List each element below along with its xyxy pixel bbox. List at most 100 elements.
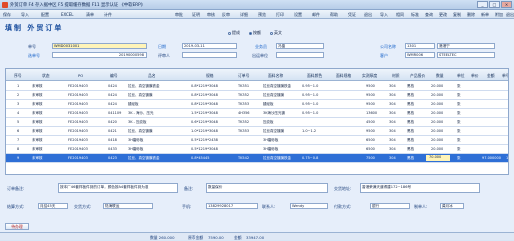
- cell-qty: 20.000: [431, 93, 444, 97]
- cell-unit: 张: [457, 138, 461, 142]
- cell-fabric: 拉丝真空镀膜铁金: [263, 156, 291, 160]
- maximize-button[interactable]: □: [489, 1, 500, 8]
- table-row[interactable]: 4 未审核 FE2019403 041109 3K - 海沙、压光 1.5*1219*30…: [6, 109, 508, 118]
- close-button[interactable]: ×: [501, 1, 512, 8]
- column-header[interactable]: 状态: [42, 73, 50, 79]
- table-row[interactable]: 5 未审核 FE2019403 0420 3K - 压纹板 0.6*1219*3048 TK…: [6, 118, 508, 127]
- column-header[interactable]: 品名: [148, 73, 156, 79]
- toolbar-item[interactable]: 标准: [411, 12, 419, 18]
- minimize-button[interactable]: _: [477, 1, 488, 8]
- toolbar-item[interactable]: 预览: [258, 12, 266, 18]
- cell-quote: 黑档: [407, 147, 414, 151]
- phone-field[interactable]: 13829928017: [206, 203, 258, 209]
- column-header[interactable]: 单价: [471, 73, 479, 79]
- cell-fabric: 拉丝真空镀膜铁金: [263, 84, 291, 88]
- cell-po: FE2019403: [68, 156, 88, 160]
- cell-order: TK353: [238, 129, 250, 133]
- reviewer-field[interactable]: [182, 52, 237, 58]
- customer-name-field[interactable]: STEELTEC: [437, 52, 495, 58]
- pay-select[interactable]: 银行: [370, 203, 410, 209]
- shipper-field[interactable]: [276, 52, 324, 58]
- toolbar-item[interactable]: 审批: [175, 12, 183, 18]
- column-header[interactable]: 规格: [206, 73, 214, 79]
- cell-index: 9: [17, 156, 20, 160]
- column-header[interactable]: 面料名称: [268, 73, 283, 79]
- cell-color: 0.95~1.0: [302, 84, 319, 88]
- cell-qty-editing[interactable]: 70.000: [426, 155, 450, 161]
- remark-field[interactable]: 按本厂46套样板件到的订单，颜色按A4套样板件到为准: [58, 183, 178, 193]
- salesperson-field[interactable]: 冯晶: [276, 43, 324, 49]
- radio-icon: [270, 31, 273, 35]
- order-no-field[interactable]: WMD0031001: [52, 43, 147, 49]
- column-header[interactable]: 订单号: [238, 73, 249, 79]
- toolbar-item[interactable]: 设置: [294, 12, 302, 18]
- toolbar-item[interactable]: 审核: [207, 12, 215, 18]
- table-row[interactable]: 8 未审核 FE2019403 0433 3H磨砂板 0.5*1219*3048 3H磨砂板…: [6, 145, 508, 154]
- column-header[interactable]: 材质: [392, 73, 400, 79]
- address-field[interactable]: 香港荣满天道得建172~186号: [360, 183, 480, 193]
- table-row[interactable]: 3 未审核 FE2019403 0424 腿经板 0.8*1219*3048 TK353 腿经…: [6, 100, 508, 109]
- column-header[interactable]: PO: [78, 73, 83, 78]
- toolbar-item[interactable]: 邮件: [312, 12, 320, 18]
- column-header[interactable]: 序号: [14, 73, 22, 79]
- radio-option[interactable]: 英文: [270, 30, 282, 36]
- column-header[interactable]: 单位: [457, 73, 465, 79]
- column-header[interactable]: 数量: [436, 73, 444, 79]
- column-header[interactable]: 面料规格: [336, 73, 351, 79]
- maker-field[interactable]: 龚月冰: [440, 203, 464, 209]
- customer-code-field[interactable]: WMR006: [405, 52, 435, 58]
- toolbar-item[interactable]: 打印: [276, 12, 284, 18]
- cell-thick: 4500: [366, 120, 375, 124]
- cell-po: FE2019403: [68, 120, 88, 124]
- table-row[interactable]: 6 未审核 FE2019403 0421 拉丝、真空镀膜 1.0*1219*3048 TK3…: [6, 127, 508, 136]
- column-header[interactable]: 面料颜色: [307, 73, 322, 79]
- radio-icon: [249, 31, 252, 35]
- radio-option[interactable]: 提成: [228, 30, 240, 36]
- toolbar-item[interactable]: 查询: [425, 12, 433, 18]
- cell-po: FE2019403: [68, 84, 88, 88]
- cell-status: 未审核: [32, 93, 43, 97]
- toolbar-item[interactable]: 帮助: [330, 12, 338, 18]
- column-header[interactable]: 单号: [502, 73, 508, 79]
- toolbar-item[interactable]: 导入: [380, 12, 388, 18]
- column-header[interactable]: 金额: [487, 73, 495, 79]
- toolbar-item[interactable]: EXCEL: [61, 12, 74, 17]
- toolbar-item[interactable]: 退出: [364, 12, 372, 18]
- toolbar-item[interactable]: 相同: [396, 12, 404, 18]
- toolbar-item[interactable]: 导入: [21, 12, 29, 18]
- table-row[interactable]: 2 未审核 FE2019403 0424 拉丝、真空镀膜 0.8*1219*3048 TK3…: [6, 91, 508, 100]
- toolbar-item[interactable]: 计件: [104, 12, 112, 18]
- pending-button[interactable]: 待办理: [5, 223, 29, 230]
- table-row[interactable]: 1 未审核 FE2019403 0424 拉丝、真空镀膜铁金 0.8*1219*3048 T…: [6, 82, 508, 91]
- contact-field[interactable]: Wendy: [290, 203, 328, 209]
- cell-material: 304: [389, 93, 396, 97]
- company-name-field[interactable]: 港港宁: [437, 43, 495, 49]
- date-field[interactable]: 2019-03-11: [182, 43, 237, 49]
- toolbar-item[interactable]: 新单: [481, 12, 489, 18]
- toolbar-item[interactable]: 详细: [240, 12, 248, 18]
- source-no-field[interactable]: 20190000598: [52, 52, 147, 58]
- table-row[interactable]: 7 未审核 FE2019403 0418 3H磨砂板 0.5*1219*2438 3H磨砂板…: [6, 136, 508, 145]
- radio-option[interactable]: 按额: [249, 30, 261, 36]
- cell-unit: 张: [457, 147, 461, 151]
- column-header[interactable]: 实测厚度: [362, 73, 377, 79]
- toolbar-item[interactable]: 复制: [453, 12, 461, 18]
- toolbar-item[interactable]: 凭证: [348, 12, 356, 18]
- table-row-selected[interactable]: 9 未审核 FE2019403 0423 拉丝、真空镀膜铁金 0.8*45445 TK542…: [6, 154, 508, 163]
- column-header[interactable]: 产品报价: [410, 73, 425, 79]
- toolbar-item[interactable]: 清单: [86, 12, 94, 18]
- toolbar-item[interactable]: 配置: [41, 12, 49, 18]
- toolbar-item[interactable]: 删除: [467, 12, 475, 18]
- company-code-field[interactable]: 1301: [405, 43, 435, 49]
- toolbar-item[interactable]: 证明: [192, 12, 200, 18]
- settle-select[interactable]: 月结45天: [38, 203, 68, 209]
- toolbar-item[interactable]: 反审: [222, 12, 230, 18]
- toolbar-item[interactable]: 退出: [506, 12, 514, 18]
- column-header[interactable]: 编号: [110, 73, 118, 79]
- toolbar-item[interactable]: 更改: [439, 12, 447, 18]
- cell-order: TK353: [238, 102, 250, 106]
- delivery-field[interactable]: 陆海联运: [103, 203, 153, 209]
- toolbar-item[interactable]: 保存: [3, 12, 11, 18]
- memo-field[interactable]: 数量保价: [206, 183, 328, 193]
- toolbar-item[interactable]: 附加: [495, 12, 503, 18]
